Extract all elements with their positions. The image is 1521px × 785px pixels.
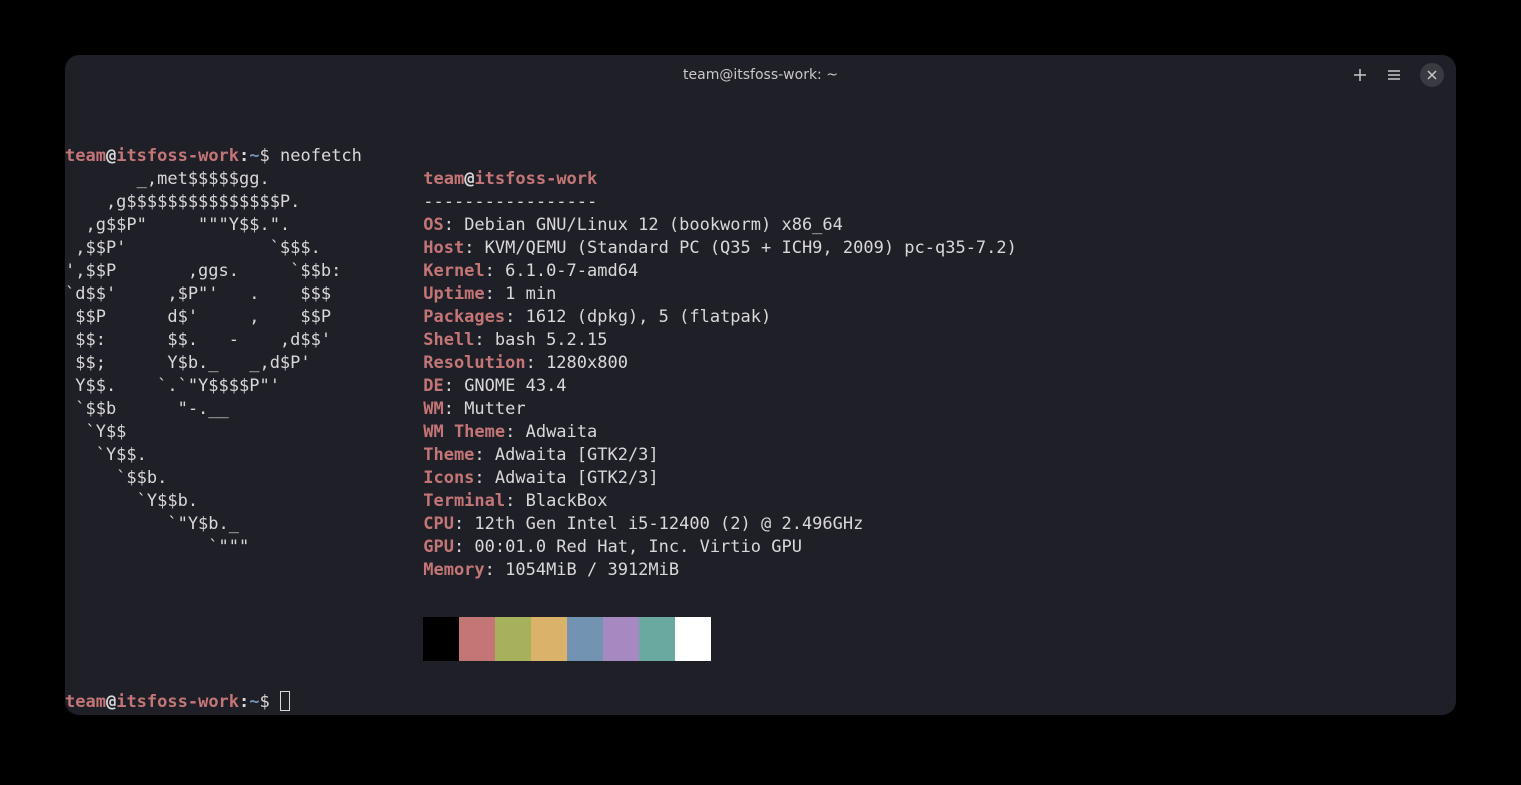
info-label: Kernel xyxy=(423,261,484,281)
close-icon xyxy=(1426,69,1438,81)
terminal-cursor xyxy=(280,691,290,711)
color-swatch xyxy=(495,617,531,661)
color-swatch xyxy=(675,617,711,661)
info-label: Packages xyxy=(423,307,505,327)
color-swatch xyxy=(603,617,639,661)
info-label: CPU xyxy=(423,514,454,534)
info-label: Terminal xyxy=(423,491,505,511)
shell-prompt: team@itsfoss-work:~$ xyxy=(65,146,280,166)
info-value: : GNOME 43.4 xyxy=(444,376,567,396)
info-value: : 00:01.0 Red Hat, Inc. Virtio GPU xyxy=(454,537,802,557)
info-label: Resolution xyxy=(423,353,525,373)
info-label: Memory xyxy=(423,560,484,580)
shell-prompt: team@itsfoss-work:~$ xyxy=(65,692,280,712)
info-separator: ----------------- xyxy=(423,192,597,212)
prompt-user: team xyxy=(65,146,106,166)
info-value: : 6.1.0-7-amd64 xyxy=(485,261,639,281)
ascii-art-line: `Y$$. xyxy=(65,445,147,465)
prompt-colon: : xyxy=(239,146,249,166)
ascii-art-line: `""" xyxy=(65,537,249,557)
info-value: : Mutter xyxy=(444,399,526,419)
ascii-art-line: `Y$$ xyxy=(65,422,126,442)
ascii-art-line: `$$b. xyxy=(65,468,167,488)
prompt-path: ~ xyxy=(249,692,259,712)
info-value: : 12th Gen Intel i5-12400 (2) @ 2.496GHz xyxy=(454,514,863,534)
info-value: : 1280x800 xyxy=(526,353,628,373)
info-label: GPU xyxy=(423,537,454,557)
color-swatch xyxy=(459,617,495,661)
info-at: @ xyxy=(464,169,474,189)
info-value: : 1054MiB / 3912MiB xyxy=(485,560,679,580)
ascii-art-line: `d$$' ,$P"' . $$$ xyxy=(65,284,331,304)
ascii-art-line: ,g$$$$$$$$$$$$$$$P. xyxy=(65,192,300,212)
info-value: : BlackBox xyxy=(505,491,607,511)
color-palette xyxy=(423,617,711,661)
ascii-art-line: `"Y$b._ xyxy=(65,514,239,534)
prompt-user: team xyxy=(65,692,106,712)
info-value: : Debian GNU/Linux 12 (bookworm) x86_64 xyxy=(444,215,843,235)
prompt-at: @ xyxy=(106,692,116,712)
ascii-art-line: ',$$P ,ggs. `$$b: xyxy=(65,261,341,281)
hamburger-icon xyxy=(1386,67,1402,83)
prompt-path: ~ xyxy=(249,146,259,166)
plus-icon xyxy=(1352,67,1368,83)
info-value: : Adwaita [GTK2/3] xyxy=(474,445,658,465)
ascii-art-line: `Y$$b. xyxy=(65,491,198,511)
color-swatch xyxy=(423,617,459,661)
prompt-sigil: $ xyxy=(260,146,280,166)
color-swatch xyxy=(567,617,603,661)
info-label: DE xyxy=(423,376,443,396)
ascii-art-line: ,$$P' `$$$. xyxy=(65,238,321,258)
window-title: team@itsfoss-work: ~ xyxy=(683,67,838,83)
ascii-art-line: ,g$$P" """Y$$.". xyxy=(65,215,290,235)
window-controls xyxy=(1352,63,1444,87)
color-swatch xyxy=(639,617,675,661)
info-user: team xyxy=(423,169,464,189)
info-value: : KVM/QEMU (Standard PC (Q35 + ICH9, 200… xyxy=(464,238,1017,258)
info-label: WM xyxy=(423,399,443,419)
info-label: Icons xyxy=(423,468,474,488)
prompt-sigil: $ xyxy=(260,692,280,712)
ascii-art-line: $$; Y$b._ _,d$P' xyxy=(65,353,311,373)
prompt-host: itsfoss-work xyxy=(116,692,239,712)
prompt-colon: : xyxy=(239,692,249,712)
color-swatch xyxy=(531,617,567,661)
window-titlebar: team@itsfoss-work: ~ xyxy=(65,55,1456,95)
prompt-host: itsfoss-work xyxy=(116,146,239,166)
ascii-art-line: `$$b "-.__ xyxy=(65,399,229,419)
ascii-art-line: Y$$. `.`"Y$$$$P"' xyxy=(65,376,280,396)
info-label: Host xyxy=(423,238,464,258)
command-text: neofetch xyxy=(280,146,362,166)
prompt-at: @ xyxy=(106,146,116,166)
info-value: : 1 min xyxy=(485,284,557,304)
ascii-art-line: $$: $$. - ,d$$' xyxy=(65,330,331,350)
info-label: Shell xyxy=(423,330,474,350)
terminal-output[interactable]: team@itsfoss-work:~$ neofetch _,met$$$$$… xyxy=(65,95,1456,715)
menu-button[interactable] xyxy=(1386,67,1402,83)
info-label: Uptime xyxy=(423,284,484,304)
ascii-art-line: _,met$$$$$gg. xyxy=(65,169,270,189)
info-label: WM Theme xyxy=(423,422,505,442)
info-host: itsfoss-work xyxy=(474,169,597,189)
info-value: : bash 5.2.15 xyxy=(474,330,607,350)
info-label: OS xyxy=(423,215,443,235)
close-button[interactable] xyxy=(1420,63,1444,87)
new-tab-button[interactable] xyxy=(1352,67,1368,83)
info-value: : Adwaita [GTK2/3] xyxy=(474,468,658,488)
ascii-art-line: $$P d$' , $$P xyxy=(65,307,331,327)
info-value: : Adwaita xyxy=(505,422,597,442)
terminal-window: team@itsfoss-work: ~ team@itsfoss-work:~… xyxy=(65,55,1456,715)
info-value: : 1612 (dpkg), 5 (flatpak) xyxy=(505,307,771,327)
info-label: Theme xyxy=(423,445,474,465)
